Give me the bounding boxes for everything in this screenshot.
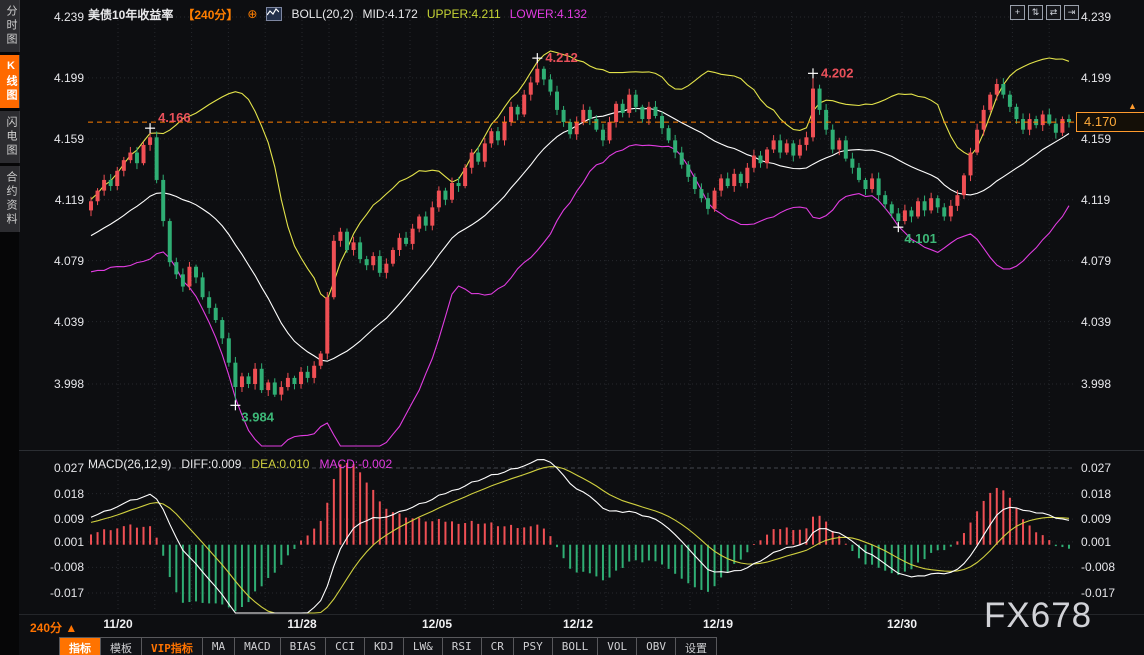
pan-right-icon[interactable]: ⇥ <box>1064 5 1079 20</box>
macd-dea-value: DEA:0.010 <box>251 457 309 471</box>
chevron-up-icon: ▲ <box>65 621 77 635</box>
symbol-title: 美债10年收益率 <box>88 6 173 23</box>
boll-lower-value: LOWER:4.132 <box>510 7 587 21</box>
macd-dea-line <box>91 467 1069 613</box>
price-annotation: 4.202 <box>808 65 854 80</box>
macd-lines <box>91 460 1069 613</box>
price-axis-label-right: 4.239 <box>1081 10 1141 24</box>
window-controls: +⇅⇄⇥ <box>1010 5 1079 20</box>
macd-diff-value: DIFF:0.009 <box>181 457 241 471</box>
toolbar-button-bias[interactable]: BIAS <box>280 637 327 655</box>
bollinger-bands <box>91 51 1069 446</box>
macd-histogram <box>90 463 1070 611</box>
toolbar-button-settings[interactable]: 设置 <box>675 637 717 655</box>
toolbar-button-vol[interactable]: VOL <box>597 637 637 655</box>
sidebar-tab-kline-chart[interactable]: K线图 <box>0 55 20 108</box>
toolbar-button-ma[interactable]: MA <box>202 637 235 655</box>
macd-params-label: MACD(26,12,9) <box>88 457 171 471</box>
price-annotation-label: 4.166 <box>158 110 191 125</box>
period-selector-label: 240分 <box>30 621 62 635</box>
toolbar-button-cr[interactable]: CR <box>481 637 514 655</box>
x-axis-label: 12/19 <box>703 617 733 631</box>
chart-style-icon[interactable] <box>266 7 282 21</box>
toolbar-button-boll[interactable]: BOLL <box>552 637 599 655</box>
macd-axis-label-right: 0.018 <box>1081 487 1141 501</box>
price-axis-label-right: 4.079 <box>1081 254 1141 268</box>
fit-horizontal-icon[interactable]: ⇄ <box>1046 5 1061 20</box>
toolbar-button-vip-indicator[interactable]: VIP指标 <box>141 637 203 655</box>
x-axis-label: 12/12 <box>563 617 593 631</box>
price-annotation-label: 4.101 <box>904 231 937 246</box>
x-axis-label: 12/30 <box>887 617 917 631</box>
current-price-label: 4.170 <box>1076 112 1144 132</box>
indicator-toolbar: 指标模板VIP指标MAMACDBIASCCIKDJLW&RSICRPSYBOLL… <box>60 637 717 655</box>
price-axis-label-right: 4.159 <box>1081 132 1141 146</box>
fit-vertical-icon[interactable]: ⇅ <box>1028 5 1043 20</box>
boll-upper-line <box>91 51 1069 300</box>
sidebar: 分时图 K线图闪电图合约资料 <box>0 0 19 655</box>
x-axis-label: 11/28 <box>287 617 316 631</box>
macd-diff-line <box>91 460 1069 613</box>
macd-macd-value: MACD:-0.002 <box>319 457 392 471</box>
boll-params-label: BOLL(20,2) <box>291 7 353 21</box>
grid <box>0 12 1144 615</box>
toolbar-button-lwr[interactable]: LW& <box>403 637 443 655</box>
macd-axis-label-right: 0.027 <box>1081 461 1141 475</box>
boll-lower-line <box>91 145 1069 446</box>
price-annotation: 4.101 <box>893 222 937 246</box>
price-annotation: 4.212 <box>532 50 578 65</box>
toolbar-button-template[interactable]: 模板 <box>100 637 142 655</box>
toolbar-button-rsi[interactable]: RSI <box>442 637 482 655</box>
watermark-fx678: FX678 <box>984 596 1092 636</box>
price-annotation-label: 3.984 <box>241 409 274 424</box>
price-axis-label-right: 3.998 <box>1081 377 1141 391</box>
crosshair-icon[interactable]: + <box>1010 5 1025 20</box>
x-axis-label: 11/20 <box>103 617 132 631</box>
toolbar-button-cci[interactable]: CCI <box>325 637 365 655</box>
price-axis-label-right: 4.039 <box>1081 315 1141 329</box>
main-chart-svg[interactable]: 4.166 3.984 4.212 4.202 4.101 <box>0 0 1144 655</box>
price-pin-icon: ▲ <box>1128 101 1137 111</box>
add-indicator-icon[interactable]: ⊕ <box>247 7 257 21</box>
price-annotation-label: 4.212 <box>545 50 578 65</box>
macd-axis-label-right: 0.001 <box>1081 535 1141 549</box>
toolbar-button-obv[interactable]: OBV <box>636 637 676 655</box>
chart-header: 美债10年收益率 【240分】 ⊕ BOLL(20,2) MID:4.172 U… <box>88 6 587 22</box>
period-selector[interactable]: 240分 ▲ <box>30 619 77 636</box>
macd-axis-label-right: 0.009 <box>1081 512 1141 526</box>
toolbar-button-psy[interactable]: PSY <box>513 637 553 655</box>
app-root: 分时图 K线图闪电图合约资料 美债10年收益率 【240分】 ⊕ BOLL(20,… <box>0 0 1144 655</box>
period-tag[interactable]: 【240分】 <box>182 6 238 23</box>
price-annotation-label: 4.202 <box>821 65 854 80</box>
macd-header: MACD(26,12,9) DIFF:0.009 DEA:0.010 MACD:… <box>88 457 392 471</box>
toolbar-button-kdj[interactable]: KDJ <box>364 637 404 655</box>
boll-upper-value: UPPER:4.211 <box>427 7 501 21</box>
price-axis-label-right: 4.119 <box>1081 193 1141 207</box>
x-axis-label: 12/05 <box>422 617 452 631</box>
toolbar-button-macd[interactable]: MACD <box>234 637 281 655</box>
boll-mid-value: MID:4.172 <box>363 7 418 21</box>
price-annotation: 3.984 <box>230 400 274 424</box>
sidebar-tab-time-chart[interactable]: 分时图 <box>0 0 20 52</box>
sidebar-tab-flash-chart[interactable]: 闪电图 <box>0 111 20 163</box>
price-axis-label-right: 4.199 <box>1081 71 1141 85</box>
sidebar-tab-contract-info[interactable]: 合约资料 <box>0 166 20 232</box>
macd-axis-label-right: -0.008 <box>1081 560 1141 574</box>
toolbar-button-indicator[interactable]: 指标 <box>59 637 101 655</box>
